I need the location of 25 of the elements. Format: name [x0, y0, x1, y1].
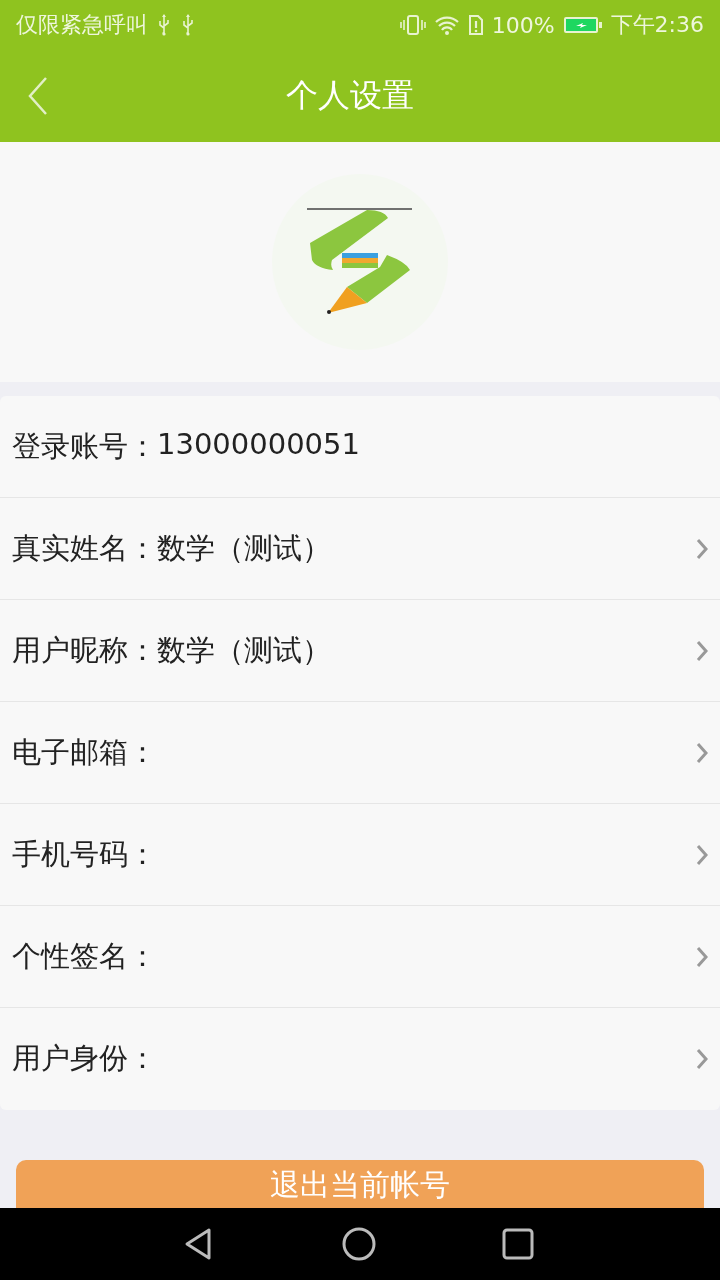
page-title: 个人设置 [285, 75, 415, 116]
field-value: 13000000051 [157, 426, 360, 463]
field-label: 手机号码： [12, 835, 157, 873]
settings-row[interactable]: 个性签名： [0, 906, 720, 1008]
sim-alert-icon [467, 13, 484, 37]
carrier-text: 仅限紧急呼叫 [16, 11, 148, 39]
field-label: 登录账号： [12, 427, 157, 465]
field-label: 用户昵称： [12, 631, 157, 669]
clock-time: 下午2:36 [610, 11, 704, 39]
settings-row[interactable]: 真实姓名：数学（测试） [0, 498, 720, 600]
field-label: 电子邮箱： [12, 733, 157, 771]
vibrate-icon [399, 13, 426, 37]
settings-row[interactable]: 用户昵称：数学（测试） [0, 600, 720, 702]
field-value: 数学（测试） [157, 529, 331, 567]
settings-row[interactable]: 电子邮箱： [0, 702, 720, 804]
field-label: 用户身份： [12, 1040, 157, 1077]
settings-row[interactable]: 手机号码： [0, 804, 720, 906]
field-label: 个性签名： [12, 937, 157, 975]
usb-icon [180, 13, 196, 37]
back-icon [28, 76, 48, 116]
battery-percent: 100% [491, 12, 555, 38]
usb-icon [156, 13, 172, 37]
field-label: 真实姓名： [12, 529, 157, 567]
field-value: 数学（测试） [157, 631, 331, 669]
settings-row[interactable]: 用户身份： [0, 1008, 720, 1110]
